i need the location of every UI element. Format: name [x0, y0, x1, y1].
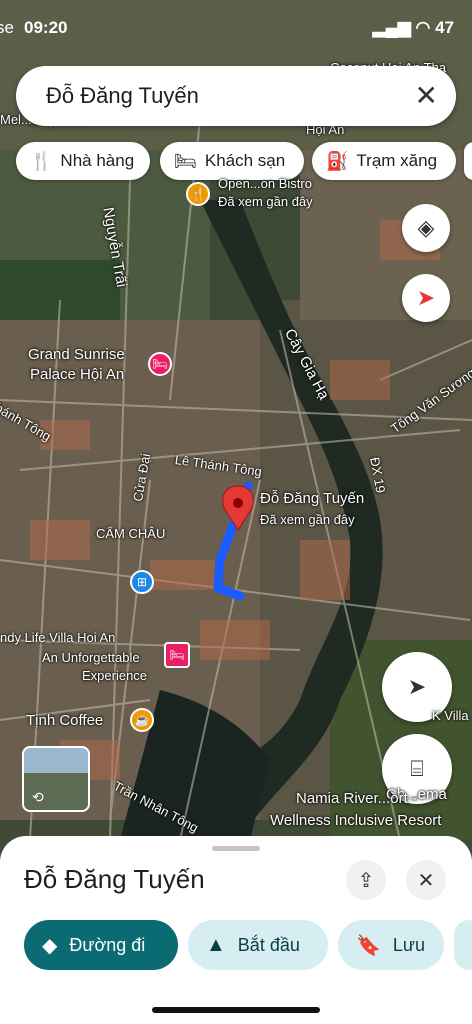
search-bar[interactable]: Đỗ Đăng Tuyến ✕: [16, 66, 456, 126]
home-indicator: [152, 1007, 320, 1013]
save-button[interactable]: 🔖 Lưu: [338, 920, 444, 970]
compass-icon: ➤: [416, 285, 436, 310]
more-actions-button[interactable]: [454, 920, 472, 970]
status-bar: se 09:20 ▂▄▆ ◠ 47: [0, 14, 472, 44]
map-label-ndy-life: ndy Life Villa Hoi An: [0, 630, 116, 645]
chip-gas[interactable]: ⛽ Trạm xăng: [312, 142, 456, 180]
map-label-wellness: Wellness Inclusive Resort: [270, 812, 442, 829]
navigation-arrow-icon: ➤: [407, 674, 427, 699]
map-label-cam-chau: CẨM CHÂU: [96, 526, 166, 541]
navigation-arrow-icon: ▲: [206, 933, 226, 956]
compass-button[interactable]: ➤: [402, 274, 450, 322]
chip-hotels-label: Khách sạn: [204, 151, 286, 170]
chip-restaurants-label: Nhà hàng: [60, 151, 135, 170]
directions-button[interactable]: ◆ Đường đi: [24, 920, 178, 970]
map-label-destination[interactable]: Đỗ Đăng Tuyến: [260, 490, 364, 507]
restaurant-pin-icon[interactable]: 🍴: [186, 182, 210, 206]
cafe-pin-icon[interactable]: ☕: [130, 708, 154, 732]
camera-icon: ⌸: [410, 756, 424, 781]
street-view-thumbnail[interactable]: ⟲: [22, 746, 90, 812]
drag-handle[interactable]: [212, 846, 260, 851]
map-label-bistro-sub: Đã xem gần đây: [218, 194, 313, 209]
search-query[interactable]: Đỗ Đăng Tuyến: [46, 83, 199, 109]
bed-icon: 🛏: [174, 150, 197, 171]
layers-button[interactable]: ◈: [402, 204, 450, 252]
bus-stop-icon[interactable]: ⊞: [130, 570, 154, 594]
map-label-experience: Experience: [82, 668, 148, 683]
hotel-pin-icon[interactable]: 🛏: [148, 352, 172, 376]
bookmark-icon: 🔖: [356, 934, 381, 957]
map-label-tinh-coffee: Tịnh Coffee: [26, 712, 104, 729]
gas-pump-icon: ⛽: [326, 150, 349, 171]
close-sheet-button[interactable]: ✕: [406, 860, 446, 900]
status-time: 09:20: [24, 18, 68, 37]
map-label-namia: Namia River...ort -: [296, 790, 417, 807]
rotate-360-icon: ⟲: [32, 789, 44, 805]
place-title: Đỗ Đăng Tuyến: [24, 864, 205, 894]
start-label: Bắt đầu: [237, 934, 300, 955]
place-bottom-sheet[interactable]: Đỗ Đăng Tuyến ⇪ ✕ ◆ Đường đi ▲ Bắt đầu 🔖…: [0, 836, 472, 1024]
chip-hotels[interactable]: 🛏 Khách sạn: [160, 142, 304, 180]
map-label-destination-sub: Đã xem gần đây: [260, 512, 355, 527]
hotel-pin-icon[interactable]: 🛏: [164, 642, 190, 668]
map-label-bistro: Open...on Bistro: [218, 176, 312, 191]
close-icon[interactable]: ✕: [415, 79, 438, 112]
share-button[interactable]: ⇪: [346, 860, 386, 900]
fork-knife-icon: 🍴: [30, 150, 53, 171]
start-button[interactable]: ▲ Bắt đầu: [188, 920, 328, 970]
battery-level: 47: [435, 18, 454, 37]
status-icons: ▂▄▆ ◠ 47: [372, 18, 454, 37]
map-label-k-villa: K Villa: [432, 708, 469, 723]
save-label: Lưu: [392, 934, 425, 955]
layers-icon: ◈: [417, 215, 435, 240]
status-left-fragment: se: [0, 18, 14, 37]
map-label-palace: Palace Hội An: [30, 366, 125, 383]
directions-icon: ◆: [42, 934, 58, 957]
chip-restaurants[interactable]: 🍴 Nhà hàng: [16, 142, 150, 180]
directions-label: Đường đi: [69, 934, 146, 955]
chip-more[interactable]: [464, 142, 472, 180]
share-icon: ⇪: [357, 869, 375, 892]
map-label-unforgettable: An Unforgettable: [42, 650, 140, 665]
chip-gas-label: Trạm xăng: [356, 151, 438, 170]
map-label-grand-sunrise: Grand Sunrise: [28, 346, 125, 363]
close-icon: ✕: [417, 869, 435, 892]
